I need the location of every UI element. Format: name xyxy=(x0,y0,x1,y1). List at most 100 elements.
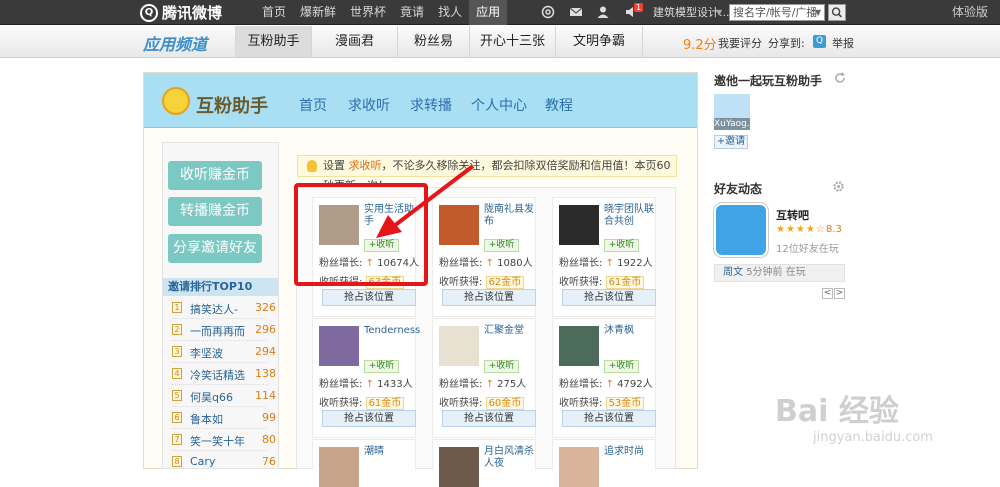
occupy-position-button[interactable]: 抢占该位置 xyxy=(562,289,656,306)
avatar[interactable] xyxy=(559,205,599,245)
user-card: 潮晴 xyxy=(312,439,416,487)
channel-bar: 应用频道 互粉助手 漫画君 粉丝易 开心十三张 文明争霸 9.2分 我要评分 分… xyxy=(0,26,1000,58)
app-nav-request-follow[interactable]: 求收听 xyxy=(348,95,390,115)
fans-growth: 粉丝增长: ↑ 1922人 xyxy=(559,258,653,269)
report-link[interactable]: 举报 xyxy=(832,35,854,51)
nav-contest[interactable]: 竟请 xyxy=(393,0,431,25)
user-card: 汇聚金堂 +收听 粉丝增长: ↑ 275人 收听获得: 60金币 抢占该位置 xyxy=(432,318,536,438)
occupy-position-button[interactable]: 抢占该位置 xyxy=(322,410,416,427)
follow-button[interactable]: +收听 xyxy=(604,239,639,252)
card-user-name[interactable]: 陇南礼县发布 xyxy=(484,204,536,228)
user-card: 沐青枫 +收听 粉丝增长: ↑ 4792人 收听获得: 53金币 抢占该位置 xyxy=(552,318,656,438)
app-channel-logo[interactable]: 应用频道 xyxy=(143,31,207,55)
rank-row[interactable]: 1 搞笑达人- 326 xyxy=(172,297,276,319)
tab-mutual-fans[interactable]: 互粉助手 xyxy=(235,26,311,57)
card-user-name[interactable]: 月白风清杀人夜 xyxy=(484,446,536,470)
logo-text: 腾讯微博 xyxy=(162,4,223,22)
refresh-icon[interactable] xyxy=(834,72,846,84)
tab-fans-easy[interactable]: 粉丝易 xyxy=(397,26,469,57)
follow-earn-coins-button[interactable]: 收听赚金币 xyxy=(168,161,262,190)
repost-earn-coins-button[interactable]: 转播赚金币 xyxy=(168,197,262,226)
nav-home[interactable]: 首页 xyxy=(255,0,293,25)
avatar[interactable] xyxy=(319,447,359,487)
tencent-weibo-logo[interactable]: Q 腾讯微博 xyxy=(140,3,222,22)
follow-button[interactable]: +收听 xyxy=(484,239,519,252)
activity-text: 5分钟前 在玩 xyxy=(746,267,806,278)
follow-button[interactable]: +收听 xyxy=(604,360,639,373)
card-user-name[interactable]: 潮晴 xyxy=(364,446,416,458)
invite-friends-title: 邀他一起玩互粉助手 xyxy=(714,74,823,88)
rank-row[interactable]: 4 冷笑话精选 138 xyxy=(172,363,276,385)
invite-rank-title: 邀请排行TOP10 xyxy=(163,278,278,296)
app-score: 9.2分 xyxy=(683,38,717,53)
user-card: Tenderness +收听 粉丝增长: ↑ 1433人 收听获得: 61金币 … xyxy=(312,318,420,438)
search-type-chevron-icon[interactable]: ▼ xyxy=(815,8,821,17)
follow-button[interactable]: +收听 xyxy=(364,360,399,373)
invite-button[interactable]: +邀请 xyxy=(714,135,748,149)
share-weibo-icon[interactable]: Q xyxy=(813,35,826,48)
app-rating-stars: ★★★★☆ xyxy=(776,224,826,235)
weibo-logo-icon: Q xyxy=(140,3,158,22)
avatar[interactable] xyxy=(319,326,359,366)
card-user-name[interactable]: 晓宇团队联合共创 xyxy=(604,204,656,228)
rank-row[interactable]: 6 鲁本如 99 xyxy=(172,407,276,429)
tab-civilization[interactable]: 文明争霸 xyxy=(555,26,643,57)
mail-icon[interactable] xyxy=(569,5,583,19)
rank-row[interactable]: 3 李坚波 294 xyxy=(172,341,276,363)
app-star-icon xyxy=(162,87,190,115)
pager-next-button[interactable]: > xyxy=(834,288,845,299)
lightbulb-icon xyxy=(307,160,317,172)
tab-happy-thirteen[interactable]: 开心十三张 xyxy=(469,26,555,57)
occupy-position-button[interactable]: 抢占该位置 xyxy=(442,410,536,427)
tab-comic[interactable]: 漫画君 xyxy=(311,26,397,57)
card-user-name[interactable]: 汇聚金堂 xyxy=(484,325,536,337)
avatar[interactable] xyxy=(439,447,479,487)
app-title: 互粉助手 xyxy=(196,96,268,117)
rank-row[interactable]: 2 一而再再而 296 xyxy=(172,319,276,341)
nav-find-people[interactable]: 找人 xyxy=(431,0,469,25)
avatar[interactable] xyxy=(559,326,599,366)
avatar[interactable] xyxy=(439,326,479,366)
fans-growth: 粉丝增长: ↑ 275人 xyxy=(439,379,527,390)
occupy-position-button[interactable]: 抢占该位置 xyxy=(562,410,656,427)
app-rating-score: 8.3 xyxy=(826,224,842,235)
user-icon[interactable] xyxy=(596,5,610,19)
beta-version-link[interactable]: 体验版 xyxy=(952,0,988,25)
app-nav-user-center[interactable]: 个人中心 xyxy=(471,95,527,115)
fans-growth: 粉丝增长: ↑ 1080人 xyxy=(439,258,533,269)
user-menu-chevron-icon[interactable]: ▼ xyxy=(716,8,722,17)
occupy-position-button[interactable]: 抢占该位置 xyxy=(322,289,416,306)
follow-reward: 收听获得: 60金币 xyxy=(439,394,525,410)
search-input[interactable]: 搜名字/帐号/广播 xyxy=(729,4,825,21)
settings-gear-icon[interactable] xyxy=(832,180,845,193)
app-icon[interactable] xyxy=(714,203,768,257)
rank-row[interactable]: 5 何昊q66 114 xyxy=(172,385,276,407)
follow-button[interactable]: +收听 xyxy=(484,360,519,373)
baidu-jingyan-watermark: Bai 经验 jingyan.baidu.com xyxy=(765,368,995,463)
app-nav-tutorial[interactable]: 教程 xyxy=(545,95,573,115)
activity-user[interactable]: 周文 xyxy=(723,267,743,278)
notice-pre: 设置 xyxy=(323,159,349,172)
occupy-position-button[interactable]: 抢占该位置 xyxy=(442,289,536,306)
mention-icon[interactable] xyxy=(541,5,555,19)
friend-activity-item: 周文 5分钟前 在玩 xyxy=(714,264,845,282)
follow-reward: 收听获得: 62金币 xyxy=(439,273,525,289)
app-nav-request-repost[interactable]: 求转播 xyxy=(410,95,452,115)
pager-prev-button[interactable]: < xyxy=(822,288,833,299)
card-user-name[interactable]: 沐青枫 xyxy=(604,325,656,337)
rank-row[interactable]: 7 笑一笑十年 80 xyxy=(172,429,276,451)
nav-worldcup[interactable]: 世界杯 xyxy=(343,0,393,25)
avatar[interactable] xyxy=(559,447,599,487)
nav-apps[interactable]: 应用 xyxy=(469,0,508,25)
app-name[interactable]: 互转吧 xyxy=(776,207,809,223)
search-icon[interactable] xyxy=(828,4,846,21)
card-user-name[interactable]: Tenderness xyxy=(364,325,420,337)
rate-link[interactable]: 我要评分 xyxy=(718,35,762,51)
user-card: 追求时尚 xyxy=(552,439,656,487)
app-nav-home[interactable]: 首页 xyxy=(299,95,327,115)
nav-hot[interactable]: 爆新鲜 xyxy=(293,0,343,25)
rank-row[interactable]: 8 Cary 76 xyxy=(172,451,276,473)
card-user-name[interactable]: 追求时尚 xyxy=(604,446,656,458)
app-header: 互粉助手 首页 求收听 求转播 个人中心 教程 xyxy=(144,73,697,128)
share-invite-friends-button[interactable]: 分享邀请好友 xyxy=(168,234,262,263)
